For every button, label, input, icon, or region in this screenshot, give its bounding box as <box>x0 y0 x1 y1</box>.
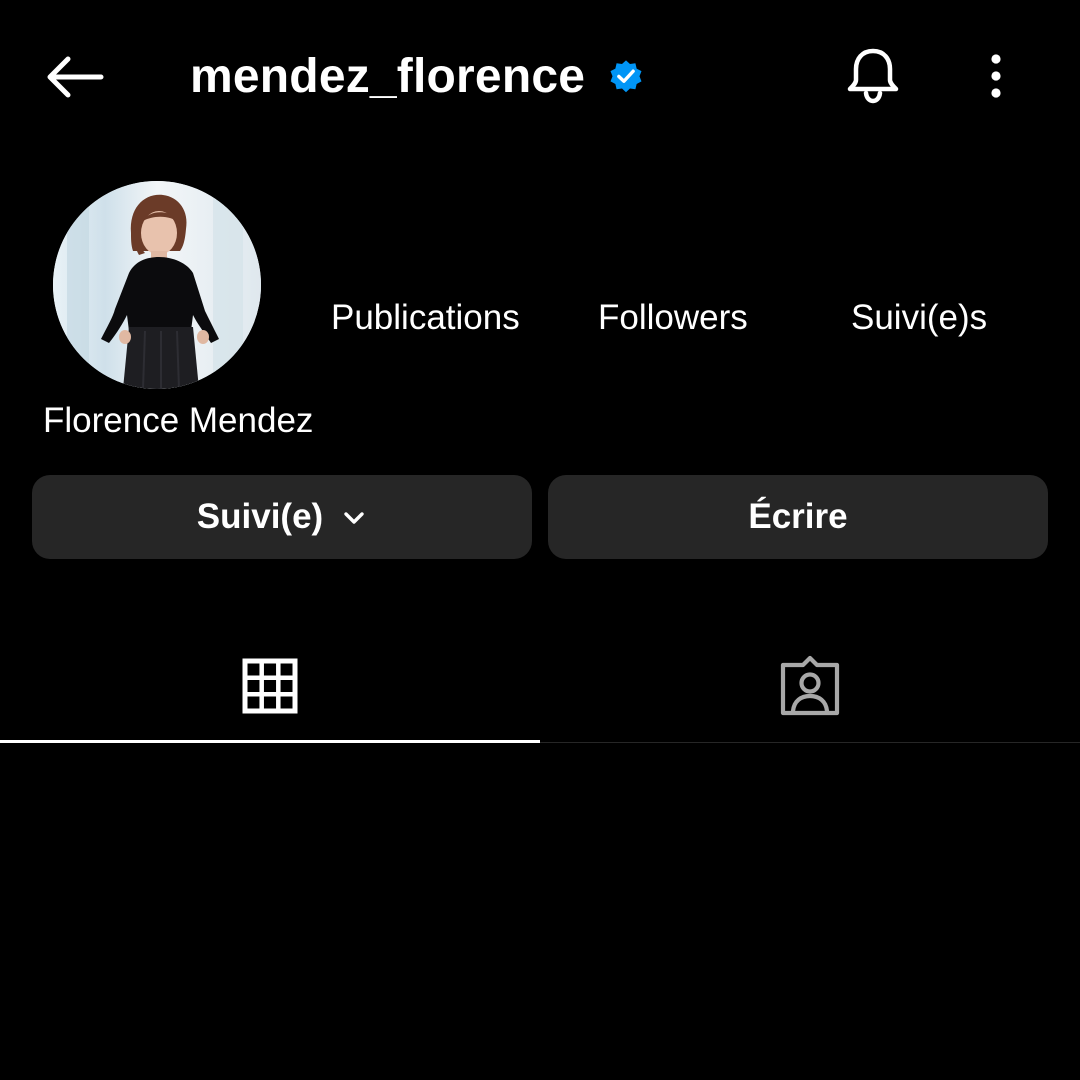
message-button-label: Écrire <box>748 497 848 536</box>
profile-username-header: mendez_florence <box>190 44 645 108</box>
avatar[interactable] <box>53 181 261 389</box>
publications-stat: Publications <box>331 298 520 337</box>
followers-stat[interactable]: Followers <box>598 294 748 342</box>
grid-icon <box>242 658 298 714</box>
profile-photo <box>53 181 261 389</box>
display-name: Florence Mendez <box>43 401 314 440</box>
more-options-button[interactable] <box>972 48 1020 104</box>
notifications-button[interactable] <box>838 40 908 110</box>
more-vertical-icon <box>991 54 1001 98</box>
verified-badge-icon <box>610 60 642 93</box>
following-button-label: Suivi(e) <box>196 497 324 536</box>
arrow-left-icon <box>47 56 104 98</box>
active-tab-indicator <box>0 740 540 743</box>
tab-posts-grid[interactable] <box>0 630 540 742</box>
back-button[interactable] <box>38 48 110 106</box>
following-button[interactable]: Suivi(e) <box>32 475 532 559</box>
bell-icon <box>847 48 899 104</box>
message-button[interactable]: Écrire <box>548 475 1048 559</box>
chevron-down-icon <box>344 512 364 524</box>
tab-tagged[interactable] <box>540 630 1080 742</box>
username: mendez_florence <box>190 49 586 103</box>
tagged-person-icon <box>780 655 840 716</box>
following-stat[interactable]: Suivi(e)s <box>851 294 987 342</box>
